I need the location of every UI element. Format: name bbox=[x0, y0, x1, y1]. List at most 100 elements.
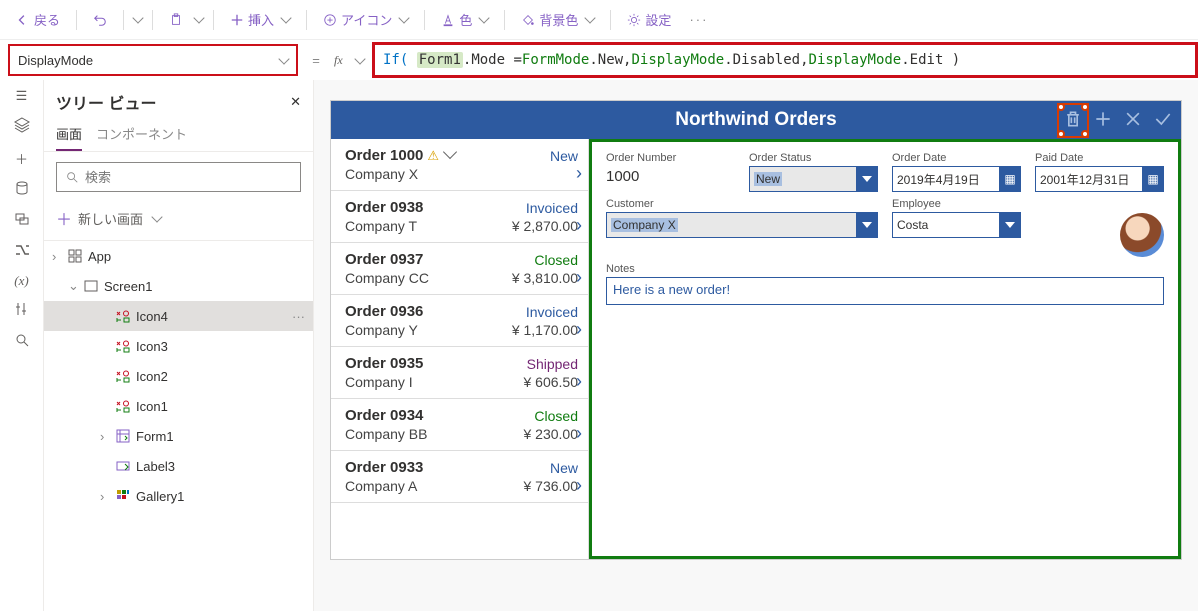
bgcolor-button[interactable]: 背景色 bbox=[515, 6, 600, 33]
settings-button[interactable]: 設定 bbox=[621, 6, 677, 33]
order-status-dropdown[interactable]: New bbox=[749, 166, 878, 192]
chevron-icon: › bbox=[52, 249, 62, 264]
rail-data[interactable] bbox=[14, 180, 30, 199]
order-date-picker[interactable]: 2019年4月19日▦ bbox=[892, 166, 1021, 192]
rail-insert[interactable]: ＋ bbox=[15, 149, 28, 168]
add-icon[interactable] bbox=[1093, 109, 1113, 132]
tree-item-label: Icon3 bbox=[136, 339, 305, 354]
employee-avatar bbox=[1120, 213, 1164, 257]
gallery-item[interactable]: Order 1000⚠NewCompany X› bbox=[331, 139, 588, 191]
icon-button[interactable]: アイコン bbox=[317, 6, 414, 33]
tree-item-label: Gallery1 bbox=[136, 489, 305, 504]
fx-button[interactable]: fx bbox=[326, 52, 372, 68]
cancel-icon[interactable] bbox=[1123, 109, 1143, 132]
gallery-item[interactable]: Order 0938InvoicedCompany T¥ 2,870.00› bbox=[331, 191, 588, 243]
tab-screens[interactable]: 画面 bbox=[56, 118, 82, 151]
undo-button[interactable] bbox=[87, 9, 113, 31]
check-icon bbox=[1153, 109, 1173, 129]
tab-components[interactable]: コンポーネント bbox=[96, 118, 187, 151]
arrow-left-icon bbox=[16, 13, 30, 27]
left-rail: ☰ ＋ (x) bbox=[0, 80, 44, 611]
property-selector[interactable]: DisplayMode bbox=[8, 44, 298, 76]
tree-item-icon bbox=[114, 398, 132, 414]
rail-tools[interactable] bbox=[14, 301, 30, 320]
tree-title: ツリー ビュー bbox=[56, 90, 156, 114]
tree-item-icon4[interactable]: Icon4··· bbox=[44, 301, 313, 331]
rail-media[interactable] bbox=[14, 211, 30, 230]
layers-icon bbox=[13, 116, 31, 134]
equals-label: = bbox=[306, 53, 326, 68]
sliders-icon bbox=[14, 301, 30, 317]
field-order-status: Order Status New bbox=[749, 152, 878, 192]
accept-icon[interactable] bbox=[1153, 109, 1173, 132]
back-button[interactable]: 戻る bbox=[10, 6, 66, 33]
search-icon bbox=[65, 170, 79, 184]
tree-item-screen1[interactable]: ⌄Screen1 bbox=[44, 271, 313, 301]
paid-date-picker[interactable]: 2001年12月31日▦ bbox=[1035, 166, 1164, 192]
employee-dropdown[interactable]: Costa bbox=[892, 212, 1021, 238]
tree-item-app[interactable]: ›App bbox=[44, 241, 313, 271]
tree-list: ›App⌄Screen1Icon4··· Icon3 Icon2Icon1›Form… bbox=[44, 241, 313, 611]
new-screen-button[interactable]: ＋ 新しい画面 bbox=[56, 202, 301, 234]
separator bbox=[213, 10, 214, 30]
svg-text:fx: fx bbox=[334, 53, 343, 67]
paste-button[interactable] bbox=[163, 9, 189, 31]
chevron-icon: ⌄ bbox=[68, 278, 78, 294]
rail-search[interactable] bbox=[14, 332, 30, 351]
field-paid-date: Paid Date 2001年12月31日▦ bbox=[1035, 152, 1164, 192]
command-bar: 戻る 挿入 アイコン 色 背景色 設定 ··· bbox=[0, 0, 1198, 40]
chevron-down-icon bbox=[999, 212, 1021, 238]
chevron-down-icon bbox=[354, 53, 365, 64]
gallery-item[interactable]: Order 0933NewCompany A¥ 736.00› bbox=[331, 451, 588, 503]
overflow-button[interactable]: ··· bbox=[683, 8, 714, 31]
chevron-down-icon bbox=[479, 12, 490, 23]
delete-icon-selected[interactable] bbox=[1063, 109, 1083, 132]
tree-item-icon2[interactable]: Icon2 bbox=[44, 361, 313, 391]
rail-tree[interactable] bbox=[13, 116, 31, 137]
more-icon[interactable]: ··· bbox=[292, 309, 305, 324]
tree-item-form1[interactable]: ›Form1 bbox=[44, 421, 313, 451]
color-button[interactable]: 色 bbox=[435, 6, 494, 33]
canvas[interactable]: Northwind Orders Order 1000⚠NewCompany X… bbox=[314, 80, 1198, 611]
tree-item-icon1[interactable]: Icon1 bbox=[44, 391, 313, 421]
rail-hamburger[interactable]: ☰ bbox=[16, 88, 28, 104]
database-icon bbox=[14, 180, 30, 196]
search-icon bbox=[14, 332, 30, 348]
chevron-down-icon bbox=[278, 53, 289, 64]
customer-dropdown[interactable]: Company X bbox=[606, 212, 878, 238]
font-color-icon bbox=[441, 13, 455, 27]
chevron-down-icon bbox=[856, 166, 878, 192]
close-icon[interactable]: ✕ bbox=[290, 94, 301, 110]
tree-item-gallery1[interactable]: ›Gallery1 bbox=[44, 481, 313, 511]
rail-advanced[interactable] bbox=[14, 242, 30, 261]
field-order-number: Order Number 1000 bbox=[606, 152, 735, 192]
insert-button[interactable]: 挿入 bbox=[224, 6, 296, 33]
formula-bar: DisplayMode = fx If( Form1 .Mode = FormM… bbox=[0, 40, 1198, 80]
app-header: Northwind Orders bbox=[331, 101, 1181, 139]
trash-icon bbox=[1063, 109, 1083, 129]
chevron-down-icon bbox=[856, 212, 878, 238]
undo-icon bbox=[93, 13, 107, 27]
close-icon bbox=[1123, 109, 1143, 129]
app-title: Northwind Orders bbox=[339, 109, 1173, 131]
calendar-icon: ▦ bbox=[1142, 166, 1164, 192]
plus-icon bbox=[230, 13, 244, 27]
notes-input[interactable]: Here is a new order! bbox=[606, 277, 1164, 305]
gallery-item[interactable]: Order 0936InvoicedCompany Y¥ 1,170.00› bbox=[331, 295, 588, 347]
tree-item-icon3[interactable]: Icon3 bbox=[44, 331, 313, 361]
gallery-item[interactable]: Order 0935ShippedCompany I¥ 606.50› bbox=[331, 347, 588, 399]
tree-search[interactable] bbox=[56, 162, 301, 192]
separator bbox=[504, 10, 505, 30]
tree-item-label3[interactable]: Label3 bbox=[44, 451, 313, 481]
tree-item-icon bbox=[66, 248, 84, 264]
chevron-down-icon bbox=[399, 12, 410, 23]
tree-search-input[interactable] bbox=[85, 170, 292, 185]
chevron-down-icon[interactable] bbox=[193, 12, 204, 23]
gallery-item[interactable]: Order 0937ClosedCompany CC¥ 3,810.00› bbox=[331, 243, 588, 295]
gallery-item[interactable]: Order 0934ClosedCompany BB¥ 230.00› bbox=[331, 399, 588, 451]
order-gallery[interactable]: Order 1000⚠NewCompany X›Order 0938Invoic… bbox=[331, 139, 589, 559]
rail-variables[interactable]: (x) bbox=[14, 273, 28, 289]
formula-input[interactable]: If( Form1 .Mode = FormMode .New, Display… bbox=[372, 42, 1198, 78]
chevron-down-icon[interactable] bbox=[132, 12, 143, 23]
chevron-down-icon bbox=[280, 12, 291, 23]
